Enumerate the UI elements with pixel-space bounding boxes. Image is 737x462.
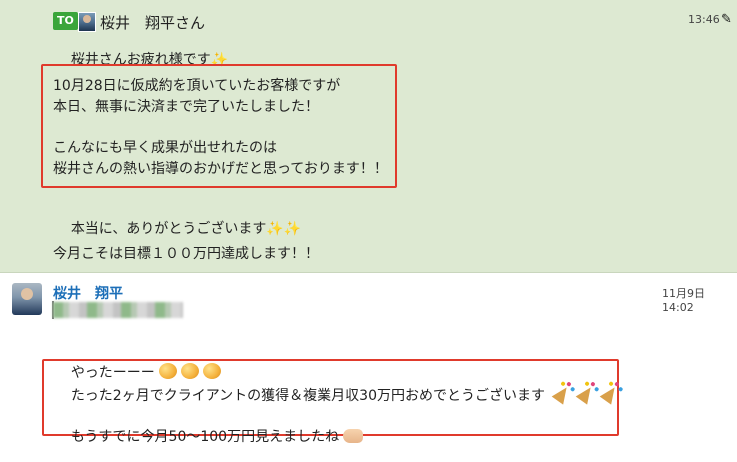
message-own: TO 桜井 翔平さん 13:46 ✎ 桜井さんお疲れ様です✨ 10月28日に仮成… [0, 0, 737, 273]
party-popper-icon [575, 383, 597, 405]
message-line: 今月こそは目標１００万円達成します！！ [53, 246, 319, 262]
sparkles-icon: ✨ [283, 221, 302, 237]
sender-name[interactable]: 桜井 翔平 [53, 283, 123, 303]
message-line: 本日、無事に決済まで完了いたしました！ [53, 99, 319, 115]
message-line: 桜井さんの熱い指導のおかげだと思っております！！ [53, 161, 388, 177]
to-badge: TO [53, 12, 78, 30]
to-recipient-name[interactable]: 桜井 翔平さん [100, 12, 205, 33]
pencil-icon[interactable]: ✎ [721, 12, 732, 27]
message-timestamp: 11月9日 14:02 [662, 287, 705, 314]
to-recipient-avatar [78, 12, 96, 32]
message-line: もうすでに今月50〜100万円見えましたね [53, 410, 364, 462]
message-timestamp: 13:46 [688, 13, 720, 26]
blurred-text [53, 302, 183, 318]
message-reply: 桜井 翔平 11月9日 14:02 やったーーー たった2ヶ月でクライアントの獲… [0, 273, 737, 445]
clapping-hand-icon [343, 429, 364, 443]
sparkles-icon: ✨ [266, 221, 284, 237]
party-popper-icon [551, 383, 573, 405]
avatar[interactable] [12, 283, 42, 315]
message-line: 10月28日に仮成約を頂いていたお客様ですが [53, 78, 341, 94]
message-line: こんなにも早く成果が出せれたのは [53, 140, 277, 156]
